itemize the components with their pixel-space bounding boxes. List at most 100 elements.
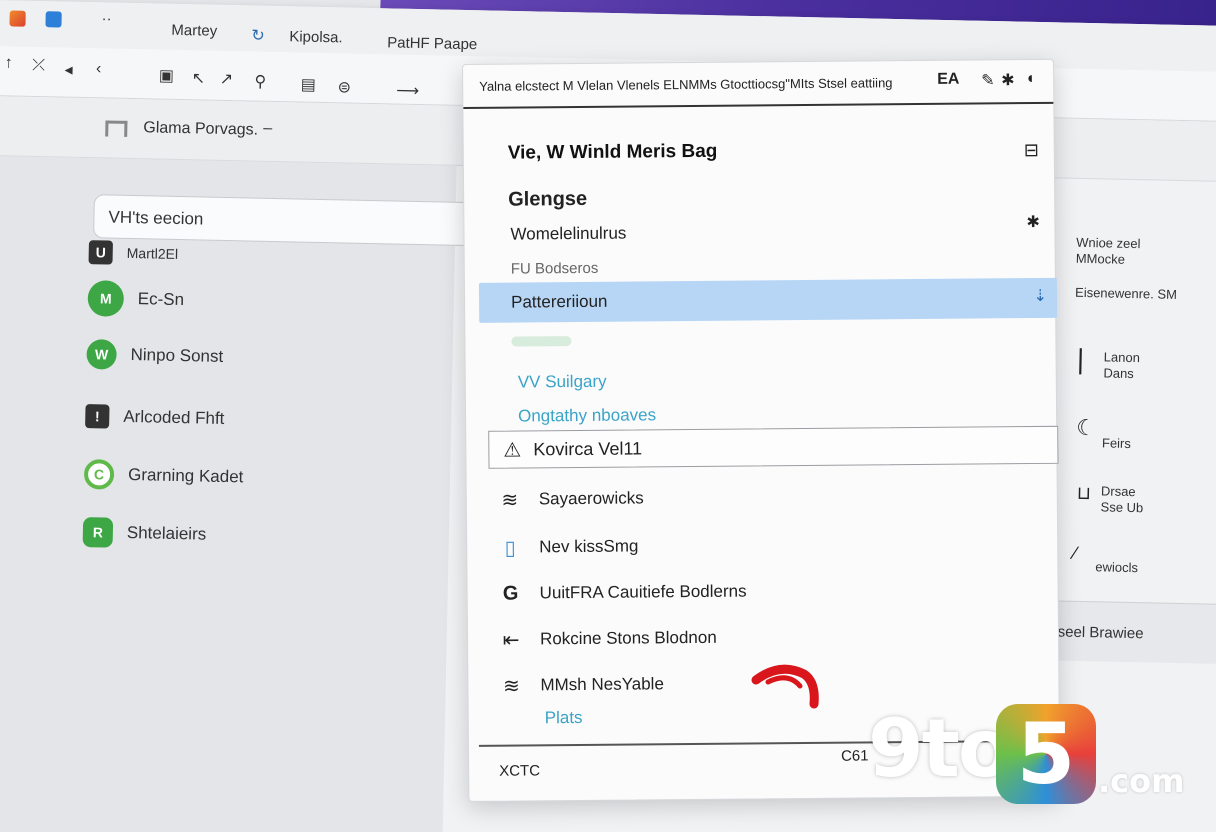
sidebar-item-ec-sn[interactable]: M Ec-Sn xyxy=(87,280,184,318)
r-glyph: R xyxy=(92,524,104,541)
details-panel: Wnioe zeel MMocke Eisenewenre. SM ▏ Lano… xyxy=(1032,152,1216,616)
menu-footer-left[interactable]: XCTC xyxy=(499,762,540,779)
orange-app-icon[interactable] xyxy=(9,10,26,27)
blue-app-icon[interactable] xyxy=(45,11,62,28)
link-ongtathy-nboaves[interactable]: Ongtathy nboaves xyxy=(518,405,656,426)
gear-icon[interactable]: ✱ xyxy=(1026,212,1040,232)
menu-item-mmsh[interactable]: ≋ MMsh NesYable xyxy=(498,667,664,702)
menu-header-bar: Yalna elcstect M Vlelan Vlenels ELNMMs G… xyxy=(463,59,1054,109)
info-icon: ! xyxy=(85,404,110,429)
link-vv-suilgary[interactable]: VV Suilgary xyxy=(518,372,607,393)
collapse-left-icon: ⇤ xyxy=(502,629,520,652)
collapse-icon[interactable]: ⊟ xyxy=(1024,140,1039,161)
wifi-icon: ≋ xyxy=(502,675,520,698)
sidebar-item-ninpo-sonst[interactable]: W Ninpo Sonst xyxy=(86,336,223,375)
download-icon[interactable]: ⇣ xyxy=(1034,286,1048,306)
tablet-icon: ▯ xyxy=(504,537,516,560)
sidebar-item-arlcoded-fhft[interactable]: ! Arlcoded Fhft xyxy=(85,398,225,437)
forward-arrow-icon[interactable]: ⟶ xyxy=(396,81,419,101)
edit-icon[interactable]: ✎ xyxy=(981,70,995,90)
bar-icon: ▏ xyxy=(1079,348,1097,375)
details-item-feirs[interactable]: Feirs xyxy=(1102,435,1131,452)
sidebar-item-label: Ninpo Sonst xyxy=(130,345,224,366)
phone-icon: ☾ xyxy=(1076,414,1097,441)
link-plats[interactable]: Plats xyxy=(545,708,583,728)
u-icon-glyph: U xyxy=(95,244,106,261)
details-item-ewiocls[interactable]: ewiocls xyxy=(1095,559,1138,576)
chevron-left-icon[interactable]: ‹ xyxy=(88,60,108,78)
loading-placeholder xyxy=(511,336,572,347)
pointer-icon[interactable]: ↖ xyxy=(188,68,208,88)
menu-title: Vie, W Winld Meris Bag xyxy=(507,140,718,164)
warning-icon: ⚠ xyxy=(503,439,522,462)
pencil-icon: ∕ xyxy=(1073,542,1077,563)
save-icon[interactable]: ▤ xyxy=(298,74,318,94)
w-glyph: W xyxy=(94,346,109,363)
watermark-text: 9to xyxy=(868,702,1013,795)
tab-martey[interactable]: Martey xyxy=(171,22,217,40)
refresh-icon[interactable]: ↻ xyxy=(251,25,265,45)
menu-item-uuitfra[interactable]: G UuitFRA Cauitiefe Bodlerns xyxy=(497,575,747,611)
menu-footer-right[interactable]: C61 xyxy=(841,747,869,764)
lock-icon: ⊔ xyxy=(1076,482,1092,504)
pointer-alt-icon[interactable]: ↗ xyxy=(216,69,236,89)
selected-label: Kovirca Vel11 xyxy=(533,438,643,460)
menu-item-highlighted[interactable]: Pattereriioun ⇣ xyxy=(478,277,1058,323)
tab-kipolsa[interactable]: Kipolsa. xyxy=(289,28,343,46)
red-arrow-annotation xyxy=(751,664,819,709)
page-icon xyxy=(105,120,128,137)
settings-icon[interactable]: ✱ xyxy=(1001,70,1015,90)
overflow-icon[interactable]: ·· xyxy=(101,10,111,27)
google-icon: G xyxy=(502,582,519,605)
menu-item-label: MMsh NesYable xyxy=(540,674,664,695)
watermark-five: 5 xyxy=(1016,705,1076,803)
green-badge-icon: R xyxy=(82,517,114,548)
green-ring-icon: C xyxy=(83,459,115,490)
sidebar-item-label: Grarning Kadet xyxy=(127,464,244,487)
details-item-label: Lanon Dans xyxy=(1103,349,1141,382)
sidebar-item-martl2el[interactable]: U Martl2El xyxy=(88,234,178,272)
details-item-label: Drsae Sse Ub xyxy=(1100,483,1144,516)
sidebar-item-label: Arlcoded Fhft xyxy=(123,406,225,428)
details-subtitle: Eisenewenre. SM xyxy=(1074,284,1178,302)
menu-item-selected[interactable]: ⚠ Kovirca Vel11 xyxy=(488,425,1059,469)
details-title: Wnioe zeel MMocke xyxy=(1076,235,1141,268)
menu-item-nev-kissmg[interactable]: ▯ Nev kissSmg xyxy=(497,529,639,564)
section-heading: Glengse xyxy=(508,187,588,211)
exclaim-glyph: ! xyxy=(94,408,100,425)
window-icon[interactable]: ▣ xyxy=(156,66,176,86)
menu-item-rokcine[interactable]: ⇤ Rokcine Stons Blodnon xyxy=(498,621,717,657)
shuffle-icon[interactable]: ⤫ xyxy=(28,57,48,75)
sidebar-item-grarning-kadet[interactable]: C Grarning Kadet xyxy=(83,456,244,495)
menu-item-label: Nev kissSmg xyxy=(539,536,639,557)
sidebar-item-label: Ec-Sn xyxy=(137,289,185,310)
minimize-button[interactable]: – xyxy=(263,120,272,138)
watermark-five-badge: 5 xyxy=(996,704,1096,804)
menu-item-fu-bodseros[interactable]: FU Bodseros xyxy=(511,260,599,278)
menu-item-label: UuitFRA Cauitiefe Bodlerns xyxy=(539,581,747,603)
mask-icon[interactable]: ⊜ xyxy=(334,77,354,97)
highlight-label: Pattereriioun xyxy=(510,291,608,312)
menu-item-label: Sayaerowicks xyxy=(538,488,644,509)
footer-button[interactable]: Isseel Brawiee xyxy=(1046,623,1144,642)
c-glyph: C xyxy=(93,466,105,483)
details-item-lanon[interactable]: Lanon Dans xyxy=(1103,349,1140,382)
sidebar: VH'ts eecion U Martl2El M Ec-Sn W Ninpo … xyxy=(0,155,474,832)
back-icon[interactable]: ◂ xyxy=(58,59,78,79)
pin-icon[interactable]: ◖ xyxy=(1025,70,1035,88)
tab-pathf-paape[interactable]: PatHF Paape xyxy=(387,34,477,53)
green-shield-icon: W xyxy=(86,339,117,370)
search-icon[interactable]: ⚲ xyxy=(250,71,270,91)
menu-item-label: Rokcine Stons Blodnon xyxy=(539,627,717,649)
u-icon: U xyxy=(88,240,113,265)
ea-icon[interactable]: EA xyxy=(937,71,959,89)
up-arrow-icon[interactable]: ↑ xyxy=(0,54,19,72)
sidebar-item-shtelaieirs[interactable]: R Shtelaieirs xyxy=(82,514,207,553)
page-title: Glama Porvags. xyxy=(143,119,259,139)
watermark-domain: .com xyxy=(1098,762,1185,800)
menu-breadcrumb: Yalna elcstect M Vlelan Vlenels ELNMMs G… xyxy=(479,75,893,94)
details-item-drsae[interactable]: Drsae Sse Ub xyxy=(1100,483,1143,516)
menu-item-sayaerowicks[interactable]: ≋ Sayaerowicks xyxy=(497,481,644,516)
sidebar-item-label: Shtelaieirs xyxy=(126,522,207,544)
menu-item-womelelinulrus[interactable]: Womelelinulrus xyxy=(510,224,626,245)
